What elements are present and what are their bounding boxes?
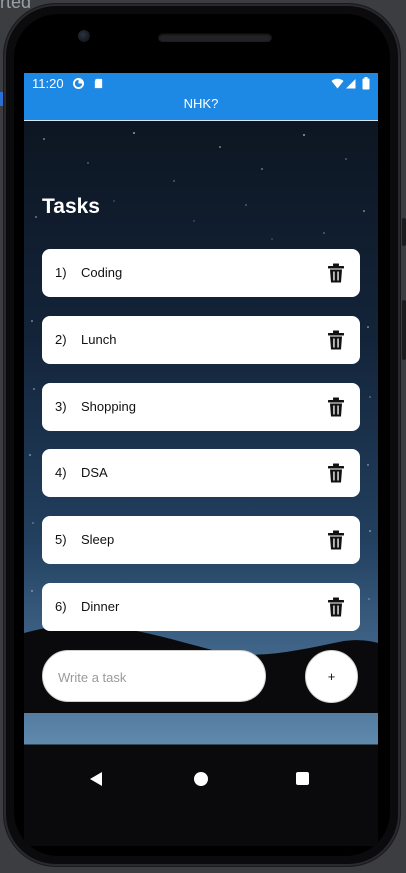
task-item[interactable]: 4) DSA	[42, 449, 360, 497]
data-saver-icon	[73, 78, 84, 89]
trash-icon[interactable]	[327, 263, 345, 283]
app-bar: NHK?	[24, 95, 378, 121]
trash-icon[interactable]	[327, 330, 345, 350]
background-window-text: rted	[0, 0, 32, 12]
battery-icon	[362, 77, 370, 90]
status-time: 11:20	[32, 76, 64, 91]
task-number: 4)	[55, 465, 67, 480]
app-title: NHK?	[183, 96, 219, 111]
back-icon[interactable]	[90, 772, 102, 786]
task-item[interactable]: 5) Sleep	[42, 516, 360, 564]
task-number: 3)	[55, 399, 67, 414]
system-navigation-bar	[24, 743, 378, 813]
status-bar: 11:20	[24, 73, 378, 95]
wifi-icon	[331, 78, 344, 89]
signal-icon	[346, 79, 356, 89]
task-item[interactable]: 6) Dinner	[42, 583, 360, 631]
task-text: Lunch	[81, 332, 117, 347]
trash-icon[interactable]	[327, 463, 345, 483]
task-number: 5)	[55, 532, 67, 547]
trash-icon[interactable]	[327, 530, 345, 550]
task-item[interactable]: 2) Lunch	[42, 316, 360, 364]
task-input[interactable]	[56, 666, 255, 688]
trash-icon[interactable]	[327, 597, 345, 617]
front-camera	[78, 30, 90, 42]
task-text: Dinner	[81, 599, 120, 614]
app-screen: 11:20 NHK? Tasks 1) Coding 2) Lunch 3) S…	[24, 73, 378, 846]
task-number: 2)	[55, 332, 67, 347]
phone-volume-button	[402, 300, 406, 360]
recents-icon[interactable]	[296, 772, 309, 785]
task-number: 1)	[55, 265, 67, 280]
task-item[interactable]: 3) Shopping	[42, 383, 360, 431]
task-text: DSA	[81, 465, 108, 480]
task-input-container	[42, 650, 266, 702]
add-task-button[interactable]: +	[305, 650, 358, 703]
page-title: Tasks	[42, 195, 100, 218]
task-item[interactable]: 1) Coding	[42, 249, 360, 297]
sd-card-icon	[94, 78, 103, 89]
task-number: 6)	[55, 599, 67, 614]
task-text: Shopping	[81, 399, 136, 414]
phone-side-button	[402, 218, 406, 246]
home-icon[interactable]	[194, 772, 208, 786]
task-text: Coding	[81, 265, 123, 280]
trash-icon[interactable]	[327, 397, 345, 417]
task-text: Sleep	[81, 532, 115, 547]
earpiece-speaker	[158, 33, 272, 42]
